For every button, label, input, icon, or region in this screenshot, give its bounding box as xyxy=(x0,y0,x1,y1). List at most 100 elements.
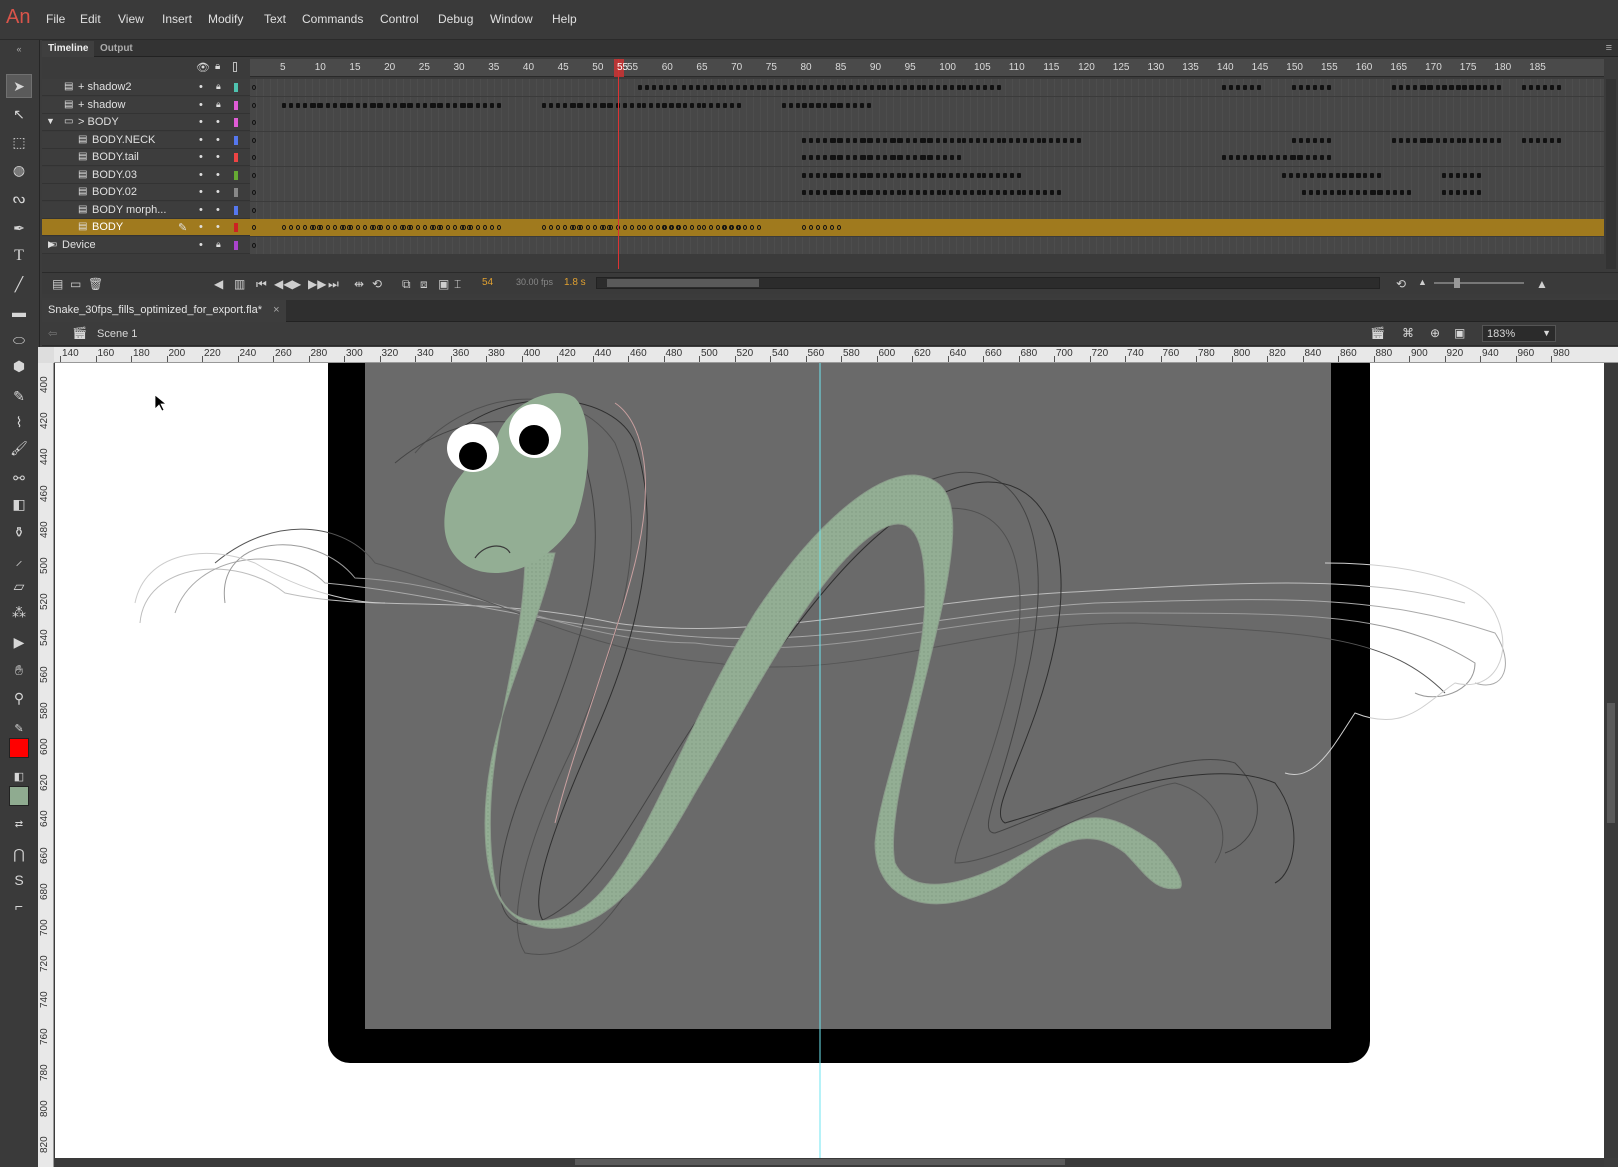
keyframe[interactable] xyxy=(1456,190,1460,195)
keyframe[interactable] xyxy=(922,155,926,160)
menu-commands[interactable]: Commands xyxy=(302,12,363,26)
keyframe[interactable] xyxy=(303,225,307,230)
keyframe[interactable] xyxy=(902,172,906,178)
keyframe[interactable] xyxy=(816,190,820,195)
keyframe[interactable] xyxy=(490,102,494,108)
keyframe[interactable] xyxy=(883,190,887,195)
keyframe[interactable] xyxy=(1393,190,1397,195)
edit-multiple-icon[interactable]: ▣ xyxy=(438,277,449,291)
keyframe[interactable] xyxy=(1057,190,1061,195)
keyframe[interactable] xyxy=(976,85,980,90)
keyframe[interactable] xyxy=(453,102,457,108)
keyframe[interactable] xyxy=(497,225,501,230)
keyframe[interactable] xyxy=(913,137,917,143)
loop-icon[interactable]: ⟲ xyxy=(372,277,382,291)
timeline-zoom-slider[interactable] xyxy=(1434,278,1524,288)
layer-row[interactable]: ▤ BODY morph... • • xyxy=(42,201,1604,219)
keyframe[interactable] xyxy=(816,137,820,143)
keyframe[interactable] xyxy=(1442,172,1446,178)
keyframe[interactable] xyxy=(930,190,934,195)
keyframe[interactable] xyxy=(296,225,300,230)
layer-name[interactable]: BODY.NECK xyxy=(92,134,155,146)
oval-icon[interactable]: ⬭ xyxy=(6,328,32,352)
keyframe[interactable] xyxy=(602,102,606,108)
smooth-icon[interactable]: S xyxy=(6,868,32,892)
keyframe[interactable] xyxy=(809,137,813,143)
layer-row[interactable]: ▤ BODY.02 • • xyxy=(42,184,1604,201)
keyframe[interactable] xyxy=(446,102,450,108)
keyframe[interactable] xyxy=(876,172,880,178)
keyframe[interactable] xyxy=(666,85,670,90)
keyframe[interactable] xyxy=(1497,137,1501,143)
keyframe[interactable] xyxy=(1536,85,1540,90)
visibility-dot[interactable]: • xyxy=(199,239,203,251)
keyframe[interactable] xyxy=(1462,137,1466,143)
layer-name[interactable]: BODY.02 xyxy=(92,186,137,198)
keyframe[interactable] xyxy=(342,102,346,108)
keyframe[interactable] xyxy=(1323,190,1327,195)
keyframe[interactable] xyxy=(989,190,993,195)
keyframe[interactable] xyxy=(1413,137,1417,143)
keyframe[interactable] xyxy=(1289,172,1293,178)
keyframe[interactable] xyxy=(1490,137,1494,143)
timeline-zoom-thumb[interactable] xyxy=(1454,278,1460,288)
keyframe[interactable] xyxy=(252,102,256,108)
keyframe[interactable] xyxy=(1449,190,1453,195)
keyframe[interactable] xyxy=(702,225,706,230)
keyframe[interactable] xyxy=(333,102,337,108)
keyframe[interactable] xyxy=(393,102,397,108)
keyframe[interactable] xyxy=(1406,85,1410,90)
keyframe[interactable] xyxy=(356,225,360,230)
keyframe[interactable] xyxy=(863,85,867,90)
keyframe[interactable] xyxy=(542,102,546,108)
keyframe[interactable] xyxy=(762,85,766,90)
keyframe[interactable] xyxy=(1386,190,1390,195)
text-icon[interactable]: T xyxy=(6,244,32,268)
keyframe[interactable] xyxy=(832,102,836,108)
keyframe[interactable] xyxy=(802,190,806,195)
keyframe[interactable] xyxy=(1436,137,1440,143)
keyframe[interactable] xyxy=(642,102,646,108)
keyframe[interactable] xyxy=(830,225,834,230)
layer-frames[interactable] xyxy=(250,166,1604,184)
keyframe[interactable] xyxy=(909,172,913,178)
keyframe[interactable] xyxy=(956,190,960,195)
keyframe[interactable] xyxy=(1557,85,1561,90)
keyframe[interactable] xyxy=(1456,85,1460,90)
keyframe[interactable] xyxy=(1037,137,1041,143)
keyframe[interactable] xyxy=(252,225,256,230)
keyframe[interactable] xyxy=(1306,137,1310,143)
keyframe[interactable] xyxy=(1399,137,1403,143)
keyframe[interactable] xyxy=(846,102,850,108)
layer-name[interactable]: Device xyxy=(62,239,96,251)
keyframe[interactable] xyxy=(386,225,390,230)
eraser-icon[interactable]: ▱ xyxy=(6,574,32,598)
keyframe[interactable] xyxy=(757,225,761,230)
keyframe[interactable] xyxy=(637,225,641,230)
keyframe[interactable] xyxy=(1449,85,1453,90)
keyframe[interactable] xyxy=(1003,172,1007,178)
keyframe[interactable] xyxy=(922,137,926,143)
keyframe[interactable] xyxy=(1002,137,1006,143)
keyframe[interactable] xyxy=(1022,190,1026,195)
keyframe[interactable] xyxy=(319,225,323,230)
layer-color-swatch[interactable] xyxy=(234,118,238,127)
lock-icon[interactable]: 🔒︎ xyxy=(216,99,221,110)
keyframe[interactable] xyxy=(282,225,286,230)
visibility-dot[interactable]: • xyxy=(199,81,203,93)
keyframe[interactable] xyxy=(1399,85,1403,90)
keyframe[interactable] xyxy=(1529,137,1533,143)
keyframe[interactable] xyxy=(497,102,501,108)
layer-frames[interactable] xyxy=(250,79,1604,96)
timeline-hscroll[interactable] xyxy=(596,277,1380,289)
keyframe[interactable] xyxy=(853,172,857,178)
keyframe[interactable] xyxy=(333,225,337,230)
camera-icon[interactable]: ▶︎ xyxy=(6,630,32,654)
keyframe[interactable] xyxy=(1257,155,1261,160)
keyframe[interactable] xyxy=(1392,85,1396,90)
menu-debug[interactable]: Debug xyxy=(438,12,473,26)
keyframe[interactable] xyxy=(816,102,820,108)
keyframe[interactable] xyxy=(386,102,390,108)
keyframe[interactable] xyxy=(593,225,597,230)
timeline-vscroll[interactable] xyxy=(1606,79,1616,269)
